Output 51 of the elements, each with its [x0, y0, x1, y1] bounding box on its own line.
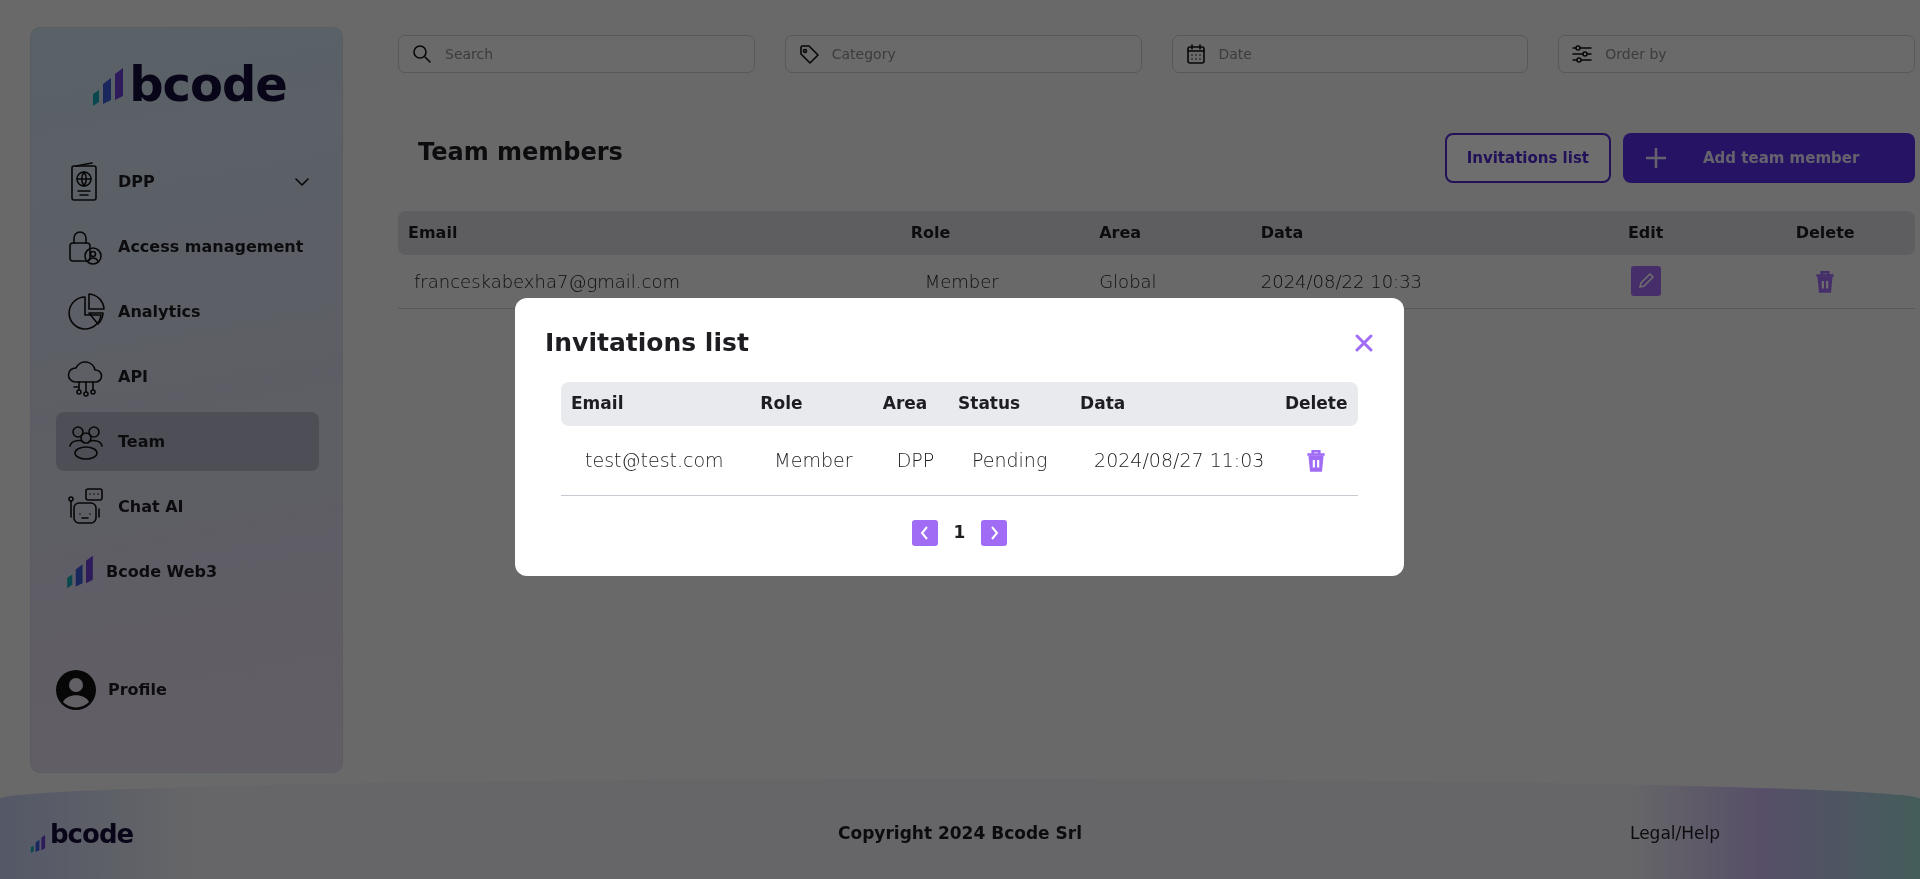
page-number: 1: [953, 521, 966, 545]
modal-title: Invitations list: [545, 328, 750, 358]
previous-page-button[interactable]: [911, 520, 938, 546]
sidebar-item[interactable]: DPP: [56, 152, 319, 211]
column-header: Role: [900, 211, 1090, 255]
calendar-icon: [1185, 44, 1206, 64]
profile-link[interactable]: Profile: [108, 678, 167, 702]
column-header: Edit: [1555, 211, 1736, 255]
invitations-button[interactable]: Invitations list: [1444, 133, 1611, 183]
column-header: Data: [1070, 382, 1275, 426]
edit-button[interactable]: [1630, 266, 1661, 296]
column-header: Email: [398, 211, 901, 255]
column-header: Delete: [1735, 211, 1915, 255]
table-cell: DPP: [872, 426, 948, 496]
column-header: Area: [872, 382, 948, 426]
pencil-icon: [1636, 272, 1655, 290]
pie-chart-icon: [66, 291, 106, 332]
table-cell: 2024/08/27 11:03: [1070, 426, 1275, 496]
logo-bars-icon: [30, 833, 46, 854]
footer-logo-text: bcode: [50, 817, 134, 851]
column-header: Email: [561, 382, 751, 426]
chevron-left-icon: [918, 526, 931, 540]
page-title: Team members: [418, 137, 624, 168]
column-header: Delete: [1274, 382, 1358, 426]
legal-help-link[interactable]: Legal/Help: [1629, 823, 1720, 844]
search-icon: [412, 44, 432, 64]
column-header: Role: [750, 382, 873, 426]
table-cell: Member: [750, 426, 873, 496]
robot-chat-icon: [66, 486, 106, 527]
sidebar-item[interactable]: Bcode Web3: [56, 542, 319, 601]
logo-text: bcode: [129, 60, 287, 108]
column-header: Data: [1250, 211, 1556, 255]
next-page-button[interactable]: [981, 520, 1008, 546]
plus-icon: [1645, 147, 1667, 169]
column-header: Area: [1089, 211, 1251, 255]
sidebar-item[interactable]: Chat AI: [56, 477, 319, 536]
column-header: Status: [948, 382, 1071, 426]
sidebar-item[interactable]: Team: [56, 412, 319, 471]
sliders-icon: [1572, 44, 1593, 64]
logo-bars-icon: [91, 66, 126, 108]
avatar-icon: [56, 670, 96, 710]
add-member-button[interactable]: Add team member: [1623, 133, 1915, 183]
copyright-text: Copyright 2024 Bcode Srl: [838, 822, 1082, 846]
sidebar-item[interactable]: API: [56, 347, 319, 406]
chevron-right-icon: [988, 526, 1001, 540]
table-cell: test@test.com: [561, 426, 751, 496]
sidebar-item[interactable]: Analytics: [56, 282, 319, 341]
tag-icon: [798, 44, 819, 64]
logo-bars-icon: [66, 553, 94, 590]
sidebar-item[interactable]: Access management: [56, 217, 319, 276]
table-cell: Pending: [948, 426, 1071, 496]
